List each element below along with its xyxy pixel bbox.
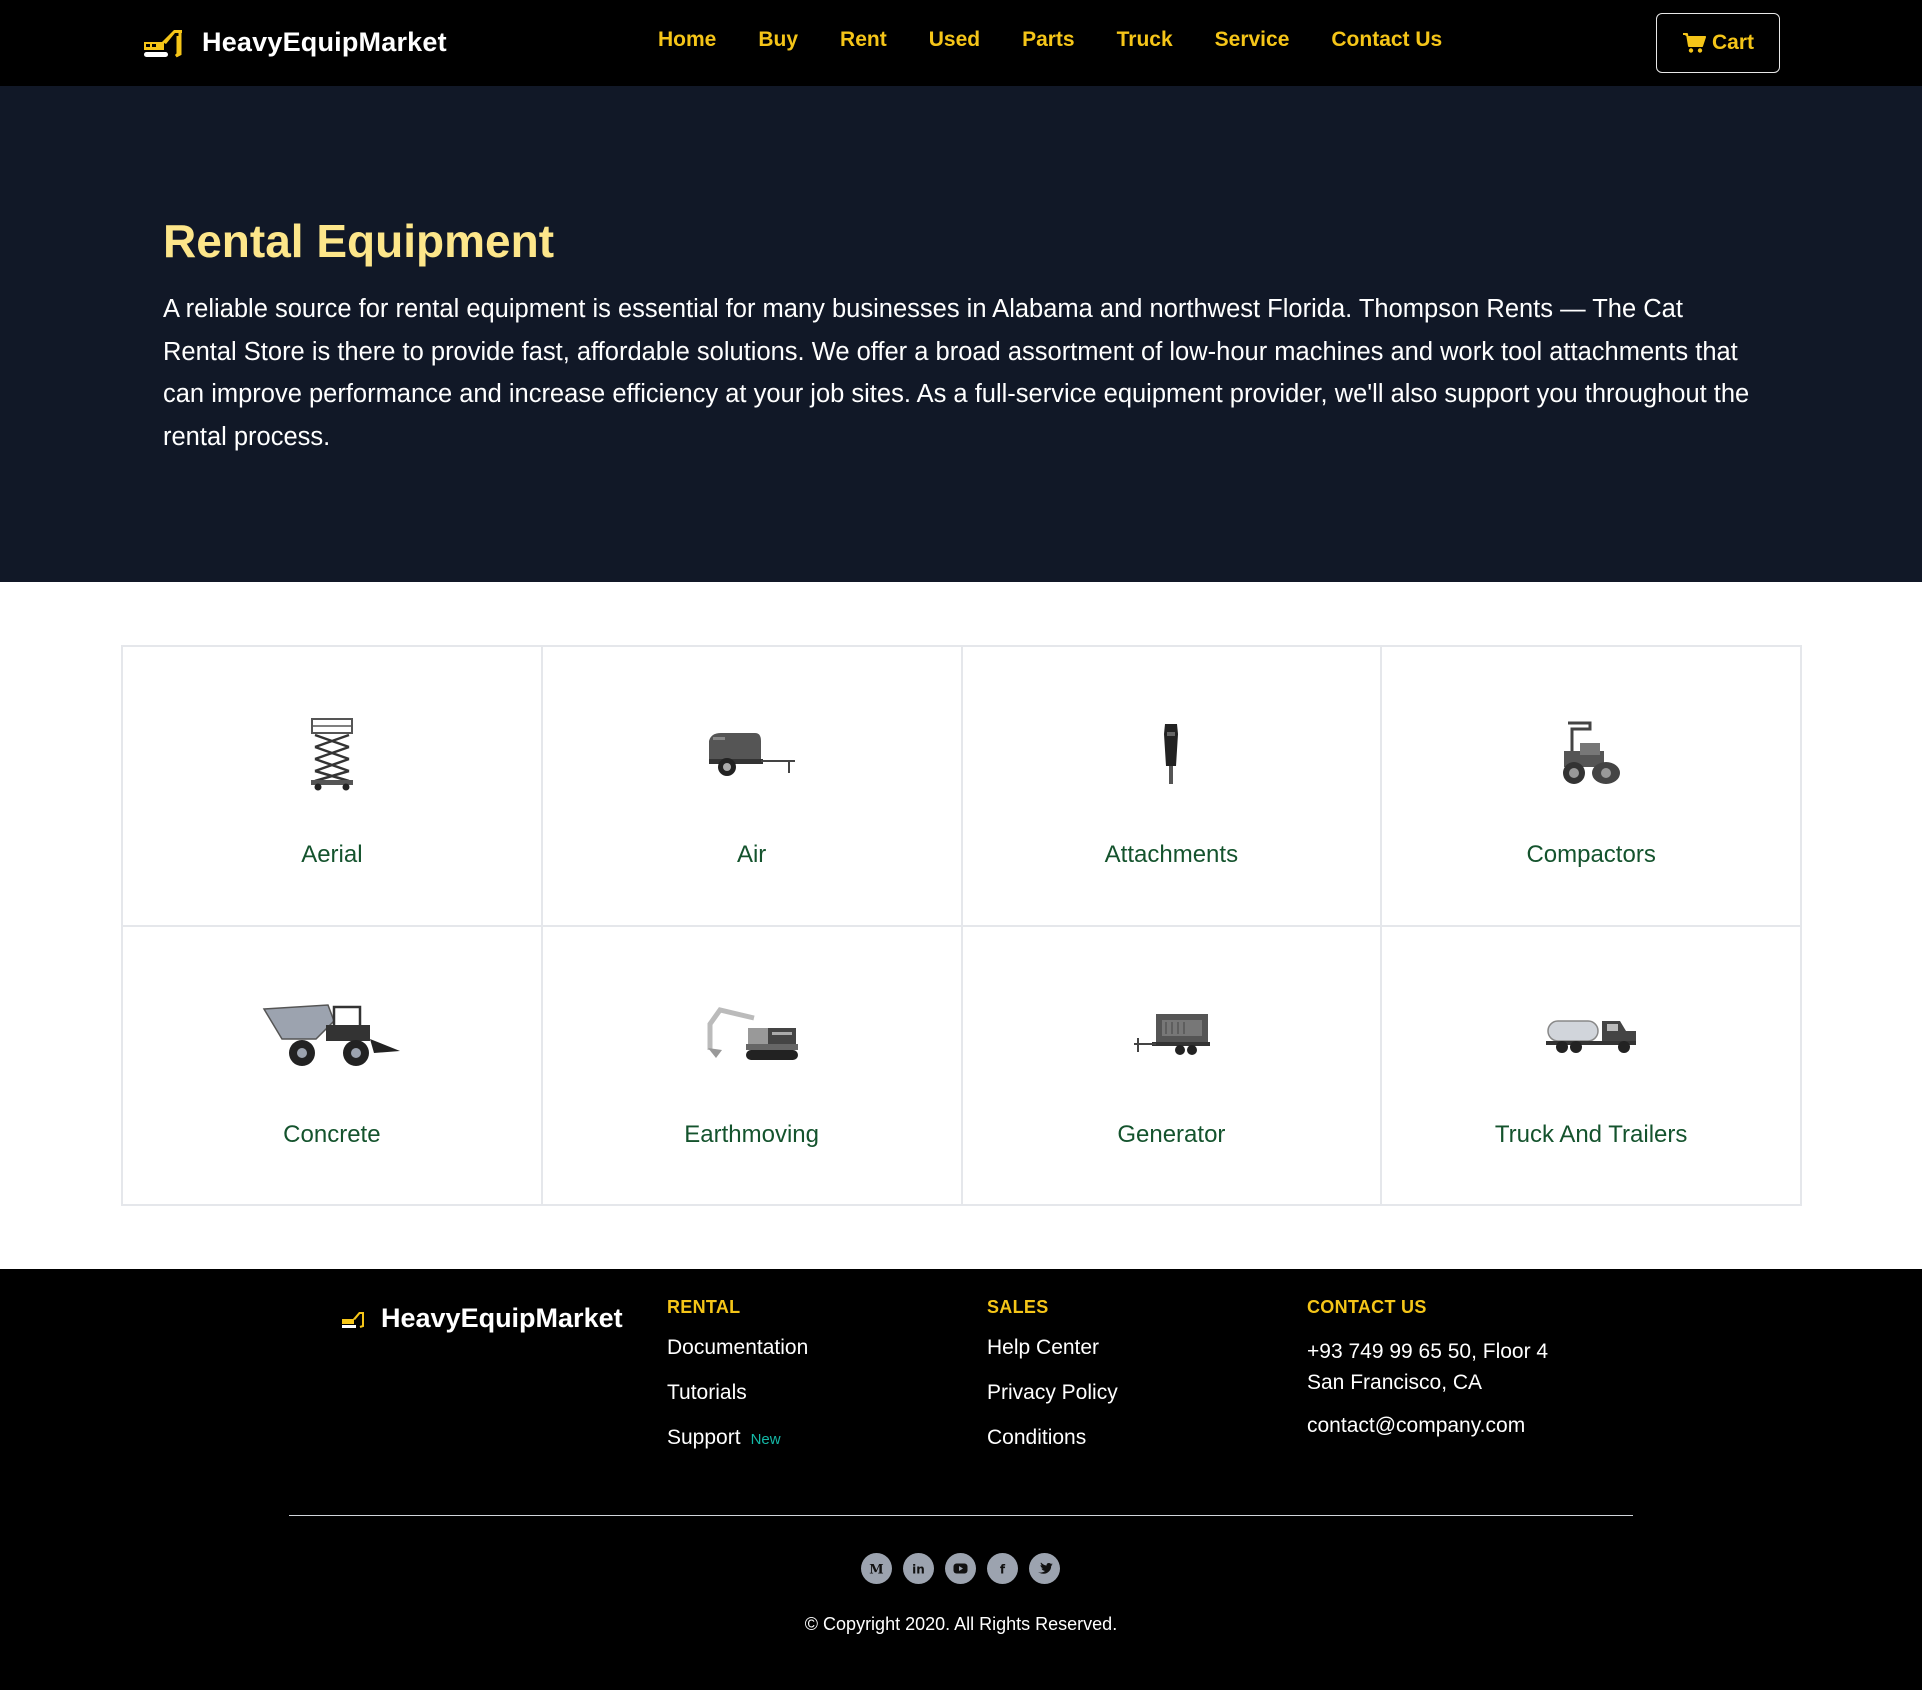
air-compressor-icon bbox=[677, 709, 827, 799]
category-label: Air bbox=[736, 841, 767, 868]
cart-label: Cart bbox=[1711, 31, 1754, 54]
excavator-logo-icon bbox=[144, 30, 182, 58]
footer-support-row: Support New bbox=[667, 1426, 808, 1471]
nav-link-used[interactable]: Used bbox=[929, 28, 980, 52]
category-label: Attachments bbox=[1104, 841, 1239, 868]
hammer-attachment-icon bbox=[1096, 709, 1246, 799]
footer-contact-column: CONTACT US +93 749 99 65 50, Floor 4 San… bbox=[1307, 1297, 1548, 1438]
cart-icon bbox=[1682, 33, 1706, 53]
footer-brand-link[interactable]: HeavyEquipMarket bbox=[341, 1303, 623, 1334]
roller-compactor-icon bbox=[1516, 709, 1666, 799]
nav-link-parts[interactable]: Parts bbox=[1022, 28, 1075, 52]
category-card-aerial[interactable]: Aerial bbox=[122, 646, 542, 926]
nav-link-service[interactable]: Service bbox=[1215, 28, 1290, 52]
hero-section: Rental Equipment A reliable source for r… bbox=[0, 86, 1922, 582]
category-card-generator[interactable]: Generator bbox=[961, 925, 1382, 1205]
brand-link[interactable]: HeavyEquipMarket bbox=[142, 24, 447, 60]
medium-icon[interactable]: M bbox=[861, 1553, 892, 1584]
footer-link-tutorials[interactable]: Tutorials bbox=[667, 1381, 808, 1405]
concrete-buggy-icon bbox=[257, 989, 407, 1079]
contact-email-link[interactable]: contact@company.com bbox=[1307, 1414, 1548, 1438]
linkedin-icon[interactable]: in bbox=[903, 1553, 934, 1584]
youtube-icon[interactable] bbox=[945, 1553, 976, 1584]
svg-text:M: M bbox=[869, 1563, 883, 1578]
footer-rental-column: RENTAL Documentation Tutorials Support N… bbox=[667, 1297, 808, 1471]
footer-link-support[interactable]: Support bbox=[667, 1426, 741, 1450]
nav-links: Home Buy Rent Used Parts Truck Service C… bbox=[658, 28, 1484, 52]
excavator-icon bbox=[677, 989, 827, 1079]
excavator-logo-icon bbox=[342, 1311, 364, 1328]
nav-link-rent[interactable]: Rent bbox=[840, 28, 887, 52]
category-label: Truck And Trailers bbox=[1494, 1120, 1688, 1148]
footer-link-conditions[interactable]: Conditions bbox=[987, 1426, 1118, 1450]
footer-sales-column: SALES Help Center Privacy Policy Conditi… bbox=[987, 1297, 1118, 1471]
footer-rental-heading: RENTAL bbox=[667, 1297, 741, 1317]
category-card-truck-and-trailers[interactable]: Truck And Trailers bbox=[1381, 925, 1801, 1205]
category-card-earthmoving[interactable]: Earthmoving bbox=[541, 925, 962, 1205]
scissor-lift-icon bbox=[257, 709, 407, 799]
svg-text:in: in bbox=[912, 1563, 925, 1577]
site-footer: HeavyEquipMarket RENTAL Documentation Tu… bbox=[0, 1269, 1922, 1690]
generator-icon bbox=[1096, 989, 1246, 1079]
water-truck-icon bbox=[1516, 989, 1666, 1079]
top-navbar: HeavyEquipMarket Home Buy Rent Used Part… bbox=[0, 0, 1922, 86]
category-card-air[interactable]: Air bbox=[541, 646, 962, 926]
nav-link-buy[interactable]: Buy bbox=[758, 28, 798, 52]
footer-link-help-center[interactable]: Help Center bbox=[987, 1336, 1118, 1360]
category-label: Generator bbox=[1117, 1120, 1226, 1148]
cart-button[interactable]: Cart bbox=[1656, 13, 1780, 73]
nav-link-home[interactable]: Home bbox=[658, 28, 716, 52]
category-card-attachments[interactable]: Attachments bbox=[961, 646, 1382, 926]
category-card-compactors[interactable]: Compactors bbox=[1381, 646, 1801, 926]
category-label: Compactors bbox=[1526, 841, 1656, 868]
facebook-icon[interactable]: f bbox=[987, 1553, 1018, 1584]
category-grid: Aerial Air Attachments Compactors Concre… bbox=[121, 645, 1802, 1206]
footer-link-privacy-policy[interactable]: Privacy Policy bbox=[987, 1381, 1118, 1405]
twitter-icon[interactable] bbox=[1029, 1553, 1060, 1584]
category-card-concrete[interactable]: Concrete bbox=[122, 925, 542, 1205]
nav-link-truck[interactable]: Truck bbox=[1117, 28, 1173, 52]
copyright-text: © Copyright 2020. All Rights Reserved. bbox=[804, 1614, 1118, 1634]
brand-name: HeavyEquipMarket bbox=[202, 26, 447, 57]
social-links: M in f bbox=[861, 1553, 1071, 1584]
nav-link-contact[interactable]: Contact Us bbox=[1331, 28, 1442, 52]
footer-sales-heading: SALES bbox=[987, 1297, 1049, 1317]
hero-description: A reliable source for rental equipment i… bbox=[163, 295, 1750, 451]
footer-divider bbox=[289, 1515, 1633, 1516]
footer-link-documentation[interactable]: Documentation bbox=[667, 1336, 808, 1360]
footer-brand-name: HeavyEquipMarket bbox=[381, 1303, 623, 1333]
category-label: Earthmoving bbox=[684, 1120, 819, 1148]
page-title: Rental Equipment bbox=[163, 215, 555, 267]
category-label: Aerial bbox=[301, 841, 363, 868]
footer-contact-heading: CONTACT US bbox=[1307, 1297, 1427, 1317]
contact-address-line1: +93 749 99 65 50, Floor 4 bbox=[1307, 1340, 1549, 1363]
new-badge: New bbox=[750, 1431, 781, 1448]
svg-text:f: f bbox=[1000, 1563, 1006, 1577]
category-label: Concrete bbox=[283, 1120, 381, 1148]
contact-address-line2: San Francisco, CA bbox=[1307, 1371, 1483, 1394]
